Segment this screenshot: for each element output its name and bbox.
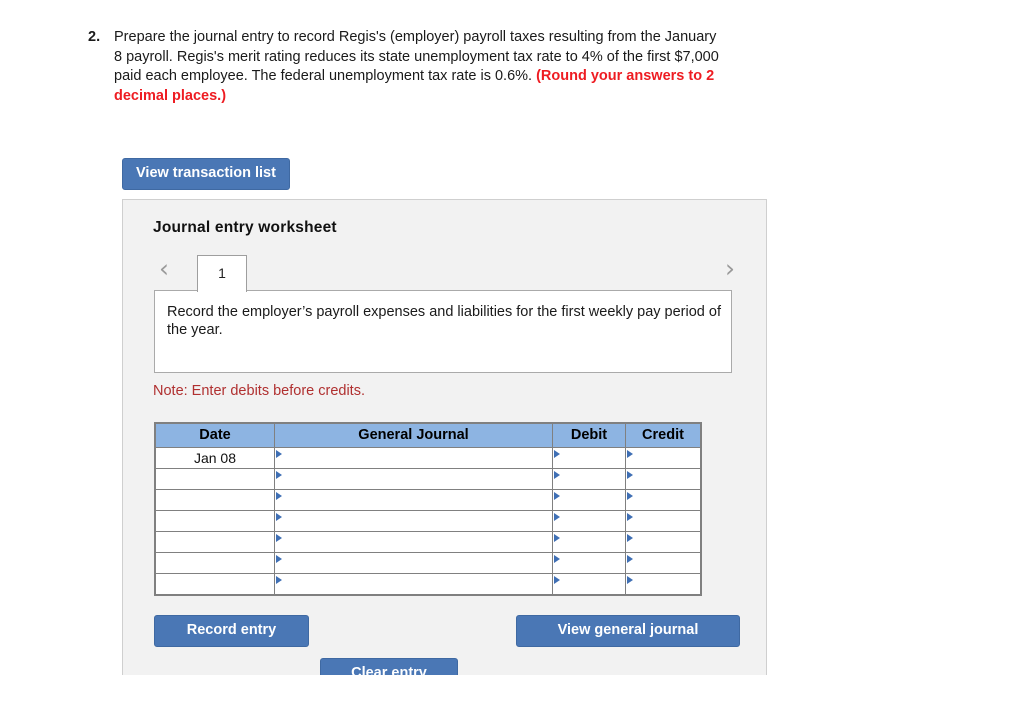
dropdown-triangle-icon (627, 450, 633, 458)
dropdown-triangle-icon (627, 555, 633, 563)
table-row (154, 510, 702, 532)
column-header-general-journal: General Journal (274, 422, 553, 448)
question-number: 2. (88, 29, 101, 45)
worksheet-title: Journal entry worksheet (153, 219, 337, 236)
question-text: Prepare the journal entry to record Regi… (114, 28, 728, 106)
cell-credit[interactable] (625, 531, 702, 553)
cell-general-journal[interactable] (274, 531, 553, 553)
dropdown-triangle-icon (554, 513, 560, 521)
table-row (154, 489, 702, 511)
cell-date[interactable]: Jan 08 (154, 447, 275, 469)
cell-date[interactable] (154, 468, 275, 490)
dropdown-triangle-icon (554, 450, 560, 458)
column-header-credit: Credit (625, 422, 702, 448)
view-transaction-list-button[interactable]: View transaction list (122, 158, 290, 190)
cell-credit[interactable] (625, 573, 702, 596)
table-row (154, 531, 702, 553)
cell-general-journal[interactable] (274, 510, 553, 532)
column-header-date: Date (154, 422, 275, 448)
cell-debit[interactable] (552, 447, 626, 469)
dropdown-triangle-icon (554, 471, 560, 479)
table-row (154, 468, 702, 490)
table-row (154, 573, 702, 596)
cell-debit[interactable] (552, 531, 626, 553)
cell-credit[interactable] (625, 447, 702, 469)
cell-general-journal[interactable] (274, 489, 553, 511)
cell-general-journal[interactable] (274, 447, 553, 469)
debits-before-credits-note: Note: Enter debits before credits. (153, 383, 365, 399)
cell-credit[interactable] (625, 552, 702, 574)
dropdown-triangle-icon (554, 576, 560, 584)
cell-date[interactable] (154, 573, 275, 596)
table-row: Jan 08 (154, 447, 702, 469)
worksheet-tabstrip: ‹ 1 › (153, 252, 741, 292)
cell-credit[interactable] (625, 510, 702, 532)
dropdown-triangle-icon (554, 534, 560, 542)
cell-debit[interactable] (552, 468, 626, 490)
cell-debit[interactable] (552, 510, 626, 532)
table-header-row: Date General Journal Debit Credit (154, 422, 702, 448)
cell-debit[interactable] (552, 573, 626, 596)
cell-date[interactable] (154, 489, 275, 511)
cell-debit[interactable] (552, 489, 626, 511)
dropdown-triangle-icon (627, 471, 633, 479)
cell-date[interactable] (154, 531, 275, 553)
cell-debit[interactable] (552, 552, 626, 574)
dropdown-triangle-icon (554, 555, 560, 563)
cell-credit[interactable] (625, 489, 702, 511)
worksheet-description-text: Record the employer’s payroll expenses a… (167, 304, 721, 338)
table-row (154, 552, 702, 574)
dropdown-triangle-icon (276, 555, 282, 563)
cell-date[interactable] (154, 552, 275, 574)
worksheet-description-box: Record the employer’s payroll expenses a… (154, 290, 732, 373)
record-entry-button[interactable]: Record entry (154, 615, 309, 647)
cell-general-journal[interactable] (274, 552, 553, 574)
question-block: 2. Prepare the journal entry to record R… (88, 28, 728, 106)
dropdown-triangle-icon (627, 492, 633, 500)
dropdown-triangle-icon (276, 513, 282, 521)
worksheet-tab-1[interactable]: 1 (197, 255, 247, 292)
cell-general-journal[interactable] (274, 573, 553, 596)
cell-general-journal[interactable] (274, 468, 553, 490)
dropdown-triangle-icon (627, 513, 633, 521)
dropdown-triangle-icon (276, 450, 282, 458)
chevron-left-icon[interactable]: ‹ (153, 255, 175, 283)
dropdown-triangle-icon (627, 534, 633, 542)
dropdown-triangle-icon (276, 492, 282, 500)
dropdown-triangle-icon (554, 492, 560, 500)
dropdown-triangle-icon (276, 471, 282, 479)
dropdown-triangle-icon (276, 576, 282, 584)
journal-entry-worksheet-panel: Journal entry worksheet ‹ 1 › Record the… (122, 199, 767, 675)
dropdown-triangle-icon (627, 576, 633, 584)
column-header-debit: Debit (552, 422, 626, 448)
clear-entry-button[interactable]: Clear entry (320, 658, 458, 675)
journal-entry-table: Date General Journal Debit Credit Jan 08 (154, 422, 702, 596)
view-general-journal-button[interactable]: View general journal (516, 615, 740, 647)
dropdown-triangle-icon (276, 534, 282, 542)
chevron-right-icon[interactable]: › (719, 255, 741, 283)
cell-credit[interactable] (625, 468, 702, 490)
cell-date[interactable] (154, 510, 275, 532)
